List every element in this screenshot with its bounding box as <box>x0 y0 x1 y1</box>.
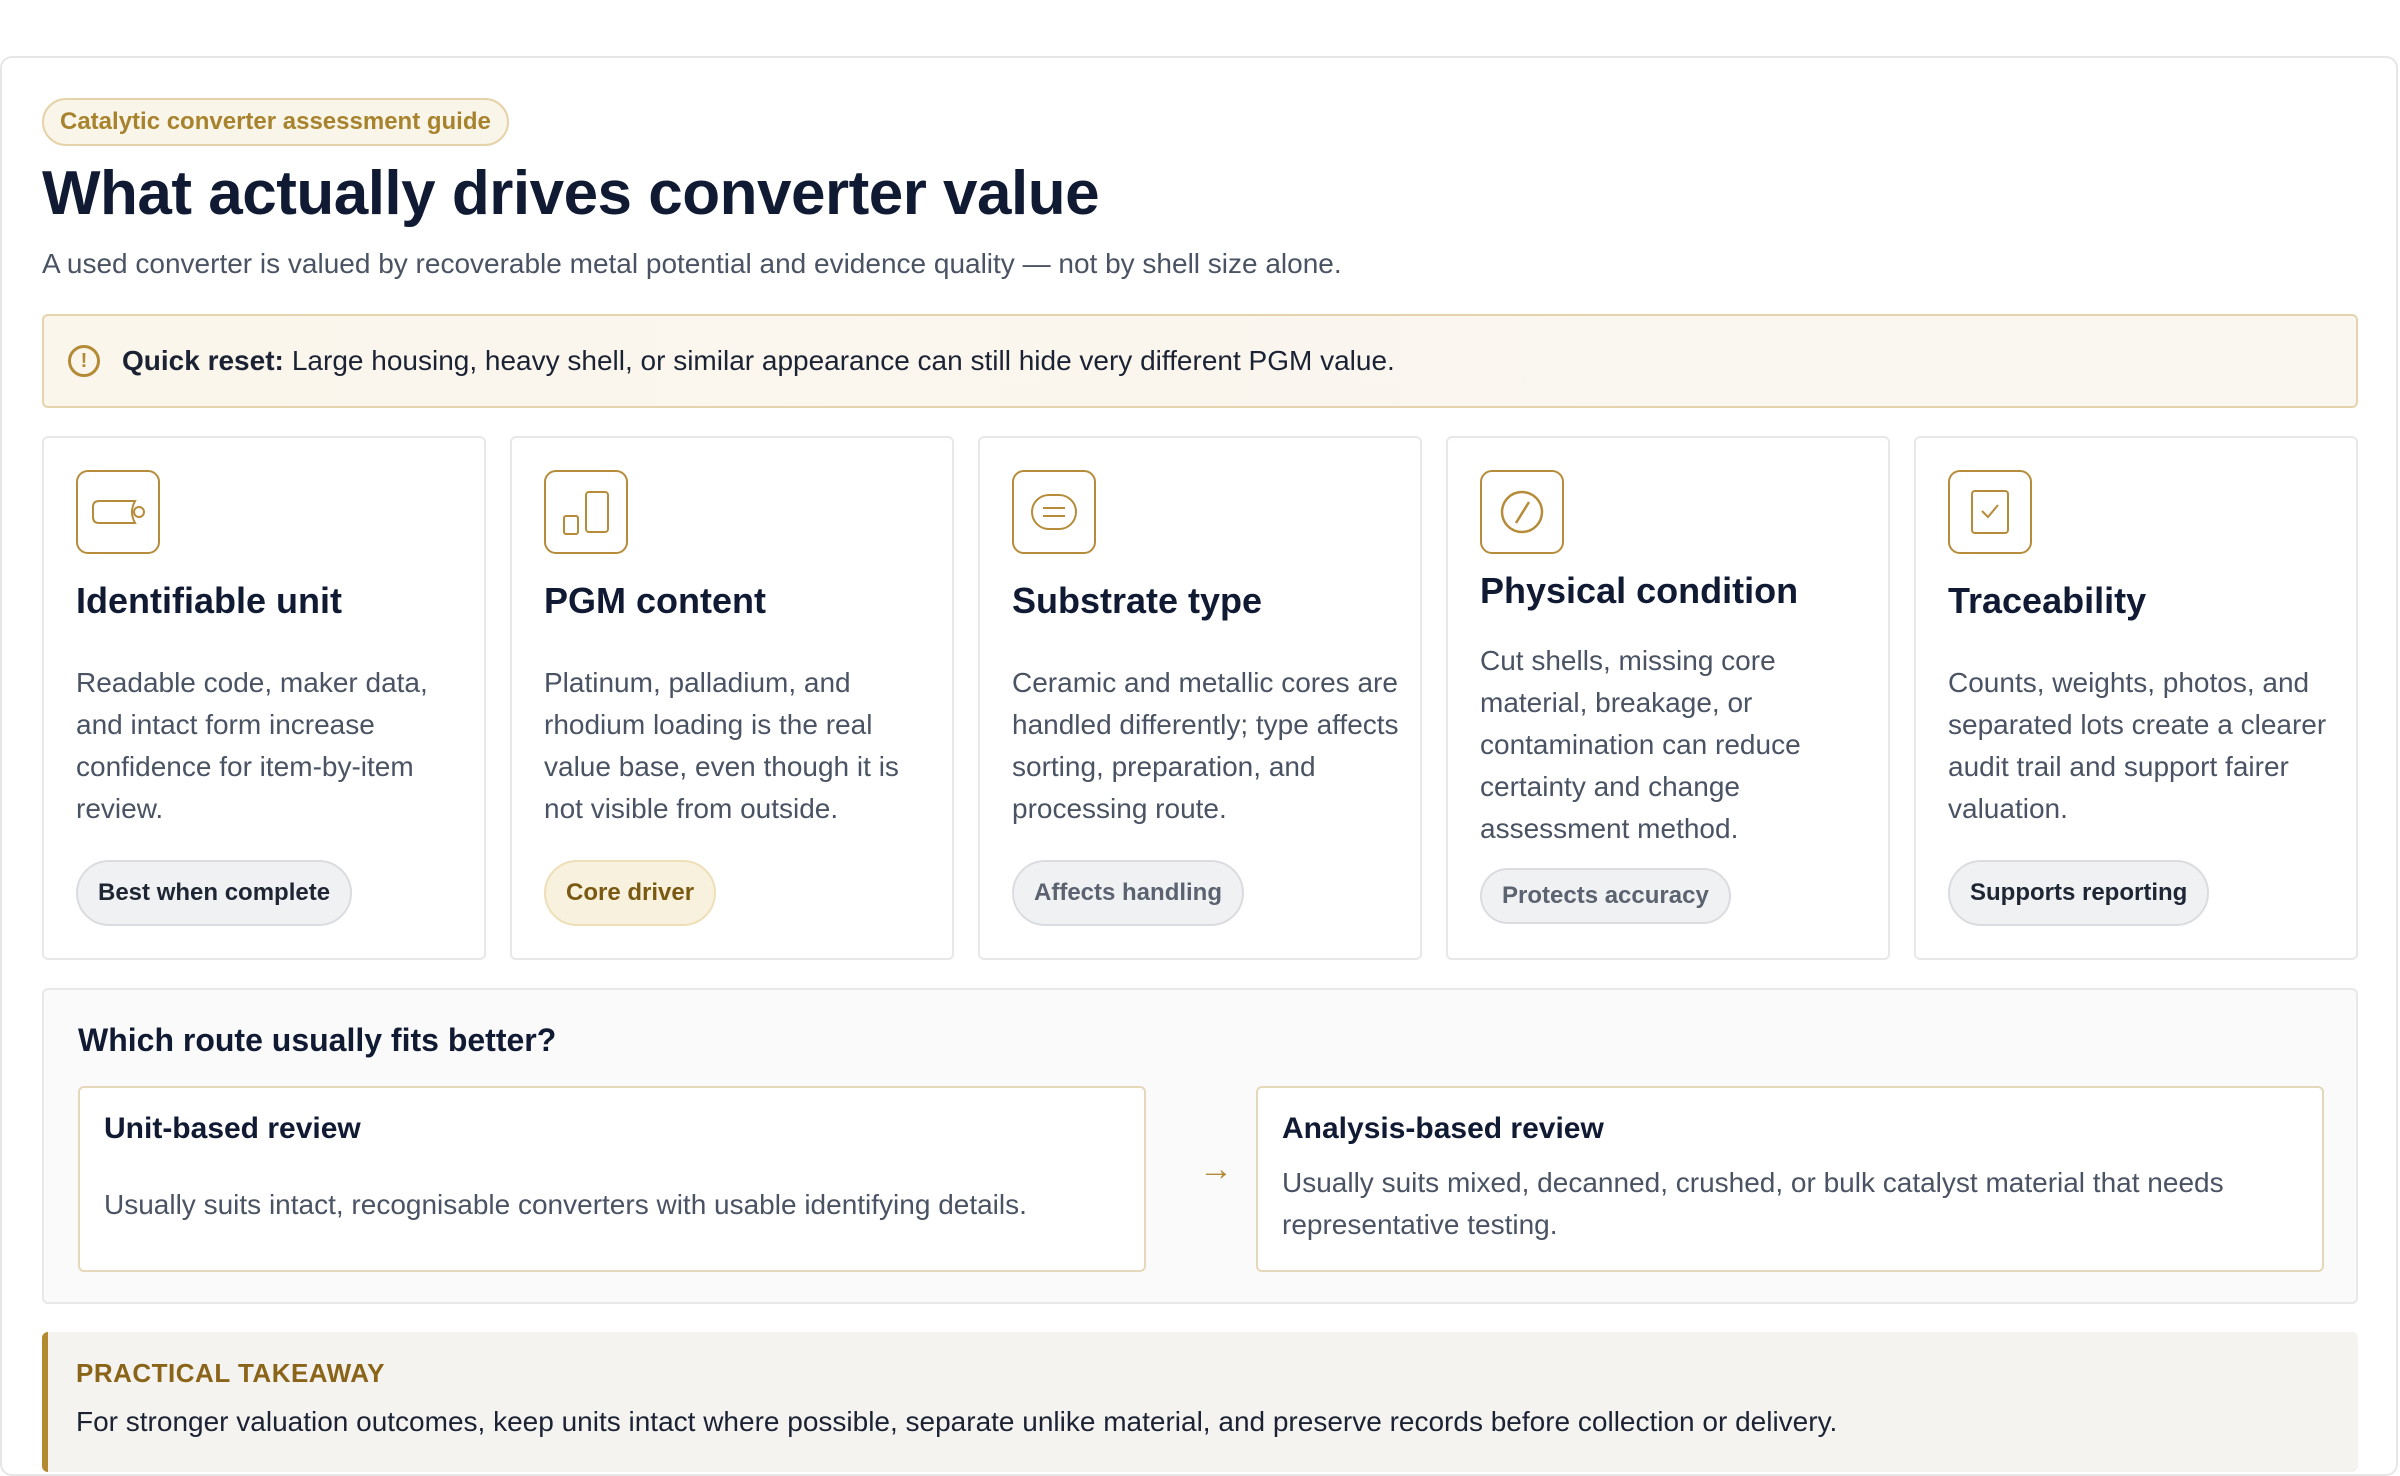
factor-card-physical-condition: Physical condition Cut shells, missing c… <box>1446 436 1890 960</box>
guide-badge: Catalytic converter assessment guide <box>42 98 509 146</box>
page-subtitle: A used converter is valued by recoverabl… <box>42 248 1342 279</box>
factor-card-title: Traceability <box>1948 580 2147 621</box>
factor-card-tag-label: Protects accuracy <box>1502 882 1709 909</box>
checklist-icon <box>1948 470 2032 554</box>
factor-card-tag-label: Best when complete <box>98 879 331 906</box>
factor-card-title: PGM content <box>544 580 766 621</box>
factor-card-tag: Supports reporting <box>1948 860 2210 926</box>
factor-card-identifiable-unit: Identifiable unit Readable code, maker d… <box>42 436 486 960</box>
factor-card-substrate-type: Substrate type Ceramic and metallic core… <box>978 436 1422 960</box>
substrate-core-icon <box>1012 470 1096 554</box>
converter-unit-icon <box>76 470 160 554</box>
factor-card-body: Readable code, maker data, and intact fo… <box>76 667 428 824</box>
page-title: What actually drives converter value <box>42 159 1100 228</box>
route-comparison-section: Which route usually fits better? Unit-ba… <box>42 988 2358 1304</box>
route-section-title: Which route usually fits better? <box>78 1022 557 1058</box>
route-card-analysis-based: Analysis-based review Usually suits mixe… <box>1256 1086 2324 1272</box>
factor-card-body: Cut shells, missing core material, break… <box>1480 645 1801 844</box>
bar-chart-icon <box>544 470 628 554</box>
factor-card-tag: Best when complete <box>76 860 353 926</box>
factor-card-title: Substrate type <box>1012 580 1263 621</box>
route-card-unit-based: Unit-based review Usually suits intact, … <box>78 1086 1146 1272</box>
slash-circle-icon <box>1480 470 1564 554</box>
quick-reset-label: Quick reset: <box>122 345 284 376</box>
factor-card-tag-label: Supports reporting <box>1970 879 2188 906</box>
route-card-body: Usually suits intact, recognisable conve… <box>104 1189 1027 1220</box>
factor-card-body: Ceramic and metallic cores are handled d… <box>1012 667 1399 824</box>
factor-card-tag-label: Core driver <box>566 879 695 906</box>
factor-card-tag: Affects handling <box>1012 860 1245 926</box>
factor-card-body: Counts, weights, photos, and separated l… <box>1948 667 2327 824</box>
route-card-title: Analysis-based review <box>1282 1112 1604 1145</box>
guide-badge-label: Catalytic converter assessment guide <box>60 108 491 135</box>
takeaway-text: For stronger valuation outcomes, keep un… <box>76 1406 1838 1437</box>
factor-card-tag-label: Affects handling <box>1034 879 1223 906</box>
factor-card-traceability: Traceability Counts, weights, photos, an… <box>1914 436 2358 960</box>
arrow-right-icon: → <box>1199 1150 1233 1188</box>
factor-card-title: Physical condition <box>1480 570 1799 611</box>
takeaway-label: PRACTICAL TAKEAWAY <box>76 1358 385 1388</box>
quick-reset-text: Large housing, heavy shell, or similar a… <box>291 345 1395 376</box>
factor-card-pgm-content: PGM content Platinum, palladium, and rho… <box>510 436 954 960</box>
factor-card-body: Platinum, palladium, and rhodium loading… <box>544 667 899 824</box>
factor-card-tag: Core driver <box>544 860 717 926</box>
factor-card-tag: Protects accuracy <box>1480 868 1731 924</box>
quick-reset-callout: ! Quick reset: Large housing, heavy shel… <box>42 314 2358 408</box>
practical-takeaway: PRACTICAL TAKEAWAY For stronger valuatio… <box>42 1332 2358 1472</box>
factor-card-title: Identifiable unit <box>76 580 342 621</box>
route-card-body: Usually suits mixed, decanned, crushed, … <box>1282 1167 2224 1240</box>
route-card-title: Unit-based review <box>104 1112 361 1145</box>
info-icon: ! <box>68 345 100 377</box>
